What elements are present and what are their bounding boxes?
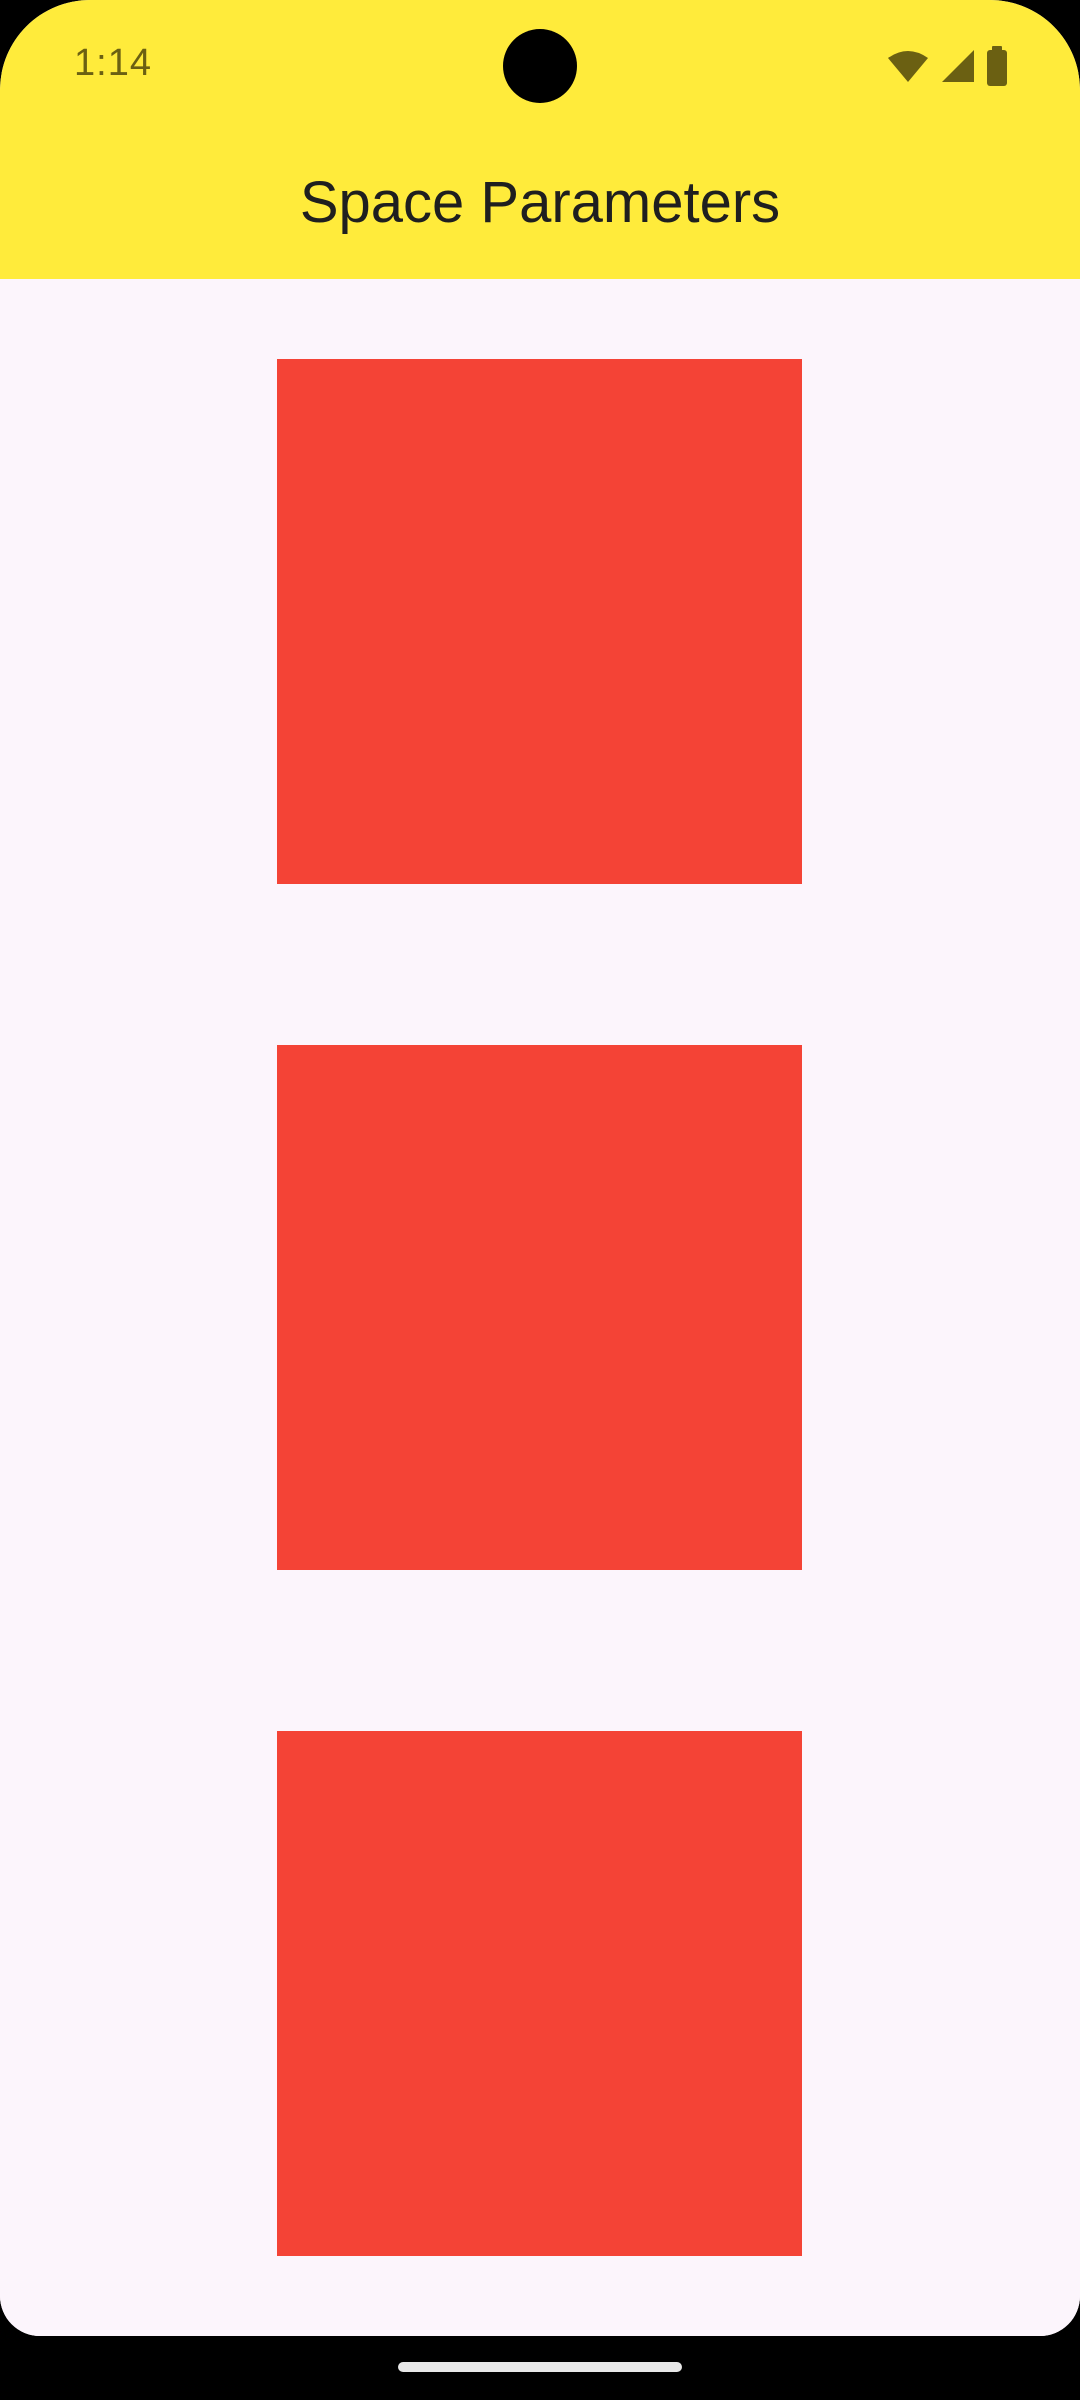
- wifi-icon: [886, 48, 930, 84]
- status-time: 1:14: [74, 42, 152, 84]
- status-icons: [886, 46, 1008, 86]
- gesture-navigation-handle[interactable]: [398, 2362, 682, 2372]
- red-square-2: [277, 1045, 802, 1570]
- cellular-signal-icon: [940, 48, 976, 84]
- battery-icon: [986, 46, 1008, 86]
- front-camera-cutout: [503, 29, 577, 103]
- page-title: Space Parameters: [299, 170, 781, 235]
- phone-screen: 1:14 Space Parameters: [0, 0, 1080, 2336]
- red-square-1: [277, 359, 802, 884]
- red-square-3: [277, 1731, 802, 2256]
- app-bar: 1:14 Space Parameters: [0, 0, 1080, 279]
- content-area: [0, 279, 1080, 2336]
